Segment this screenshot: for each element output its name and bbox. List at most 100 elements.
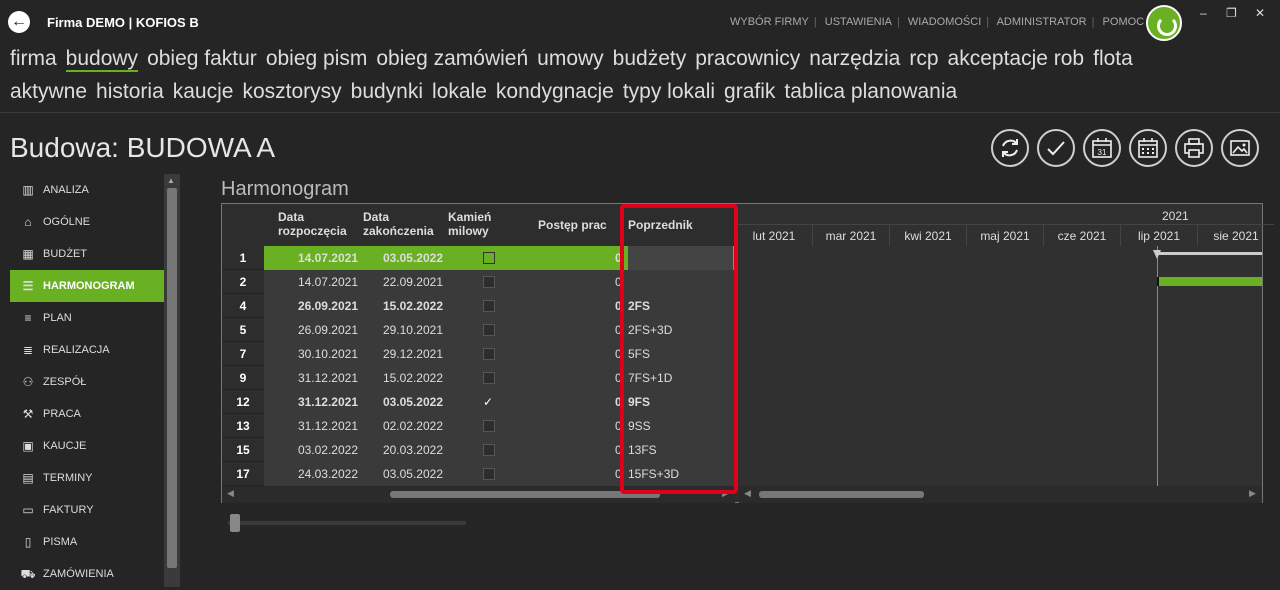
subnav-item-2[interactable]: kaucje <box>173 80 234 103</box>
progress-cell[interactable]: 0 <box>615 438 625 462</box>
nav-item-0[interactable]: firma <box>10 47 57 70</box>
table-scroll-thumb[interactable] <box>390 491 660 498</box>
end-date-cell[interactable]: 02.02.2022 <box>358 414 443 438</box>
nav-item-1[interactable]: budowy <box>65 47 139 72</box>
subnav-item-0[interactable]: aktywne <box>10 80 87 103</box>
subnav-item-7[interactable]: typy lokali <box>623 80 715 103</box>
back-icon[interactable]: ← <box>8 11 30 33</box>
predecessor-cell[interactable]: 2FS <box>628 294 733 318</box>
table-row[interactable]: 5 26.09.2021 29.10.2021 0 2FS+3D <box>222 318 735 342</box>
predecessor-cell[interactable] <box>628 270 733 294</box>
table-row[interactable]: 12 31.12.2021 03.05.2022 ✓ 0 9FS <box>222 390 735 414</box>
sidebar-item-zamówienia[interactable]: ⛟ ZAMÓWIENIA <box>10 558 164 590</box>
scroll-right-icon[interactable]: ▶ <box>722 488 729 499</box>
end-date-cell[interactable]: 03.05.2022 <box>358 390 443 414</box>
sidebar-item-kaucje[interactable]: ▣ KAUCJE <box>10 430 164 462</box>
nav-item-11[interactable]: flota <box>1093 47 1133 70</box>
sidebar-item-harmonogram[interactable]: ☰ HARMONOGRAM <box>10 270 164 302</box>
progress-cell[interactable]: 0 <box>615 462 625 486</box>
nav-item-4[interactable]: obieg zamówień <box>376 47 528 70</box>
nav-item-8[interactable]: narzędzia <box>809 47 900 70</box>
predecessor-cell[interactable]: 5FS <box>628 342 733 366</box>
milestone-checkbox[interactable] <box>483 348 495 360</box>
milestone-checkbox[interactable] <box>483 468 495 480</box>
sidebar-item-realizacja[interactable]: ≣ REALIZACJA <box>10 334 164 366</box>
predecessor-cell[interactable]: 13FS <box>628 438 733 462</box>
predecessor-cell[interactable]: 2FS+3D <box>628 318 733 342</box>
zoom-slider[interactable] <box>228 514 466 532</box>
milestone-checkbox[interactable] <box>483 300 495 312</box>
sidebar-item-zespół[interactable]: ⚇ ZESPÓŁ <box>10 366 164 398</box>
progress-cell[interactable]: 0 <box>615 318 625 342</box>
start-date-cell[interactable]: 31.12.2021 <box>264 366 358 390</box>
table-row[interactable]: 9 31.12.2021 15.02.2022 0 7FS+1D <box>222 366 735 390</box>
calendar-day-button[interactable]: 31 <box>1083 129 1121 167</box>
start-date-cell[interactable]: 14.07.2021 <box>264 246 358 270</box>
calendar-month-button[interactable] <box>1129 129 1167 167</box>
subnav-item-6[interactable]: kondygnacje <box>496 80 614 103</box>
milestone-checkbox[interactable] <box>483 444 495 456</box>
nav-item-9[interactable]: rcp <box>909 47 938 70</box>
nav-item-10[interactable]: akceptacje rob <box>948 47 1085 70</box>
approve-button[interactable] <box>1037 129 1075 167</box>
start-date-cell[interactable]: 31.12.2021 <box>264 390 358 414</box>
milestone-checkbox[interactable] <box>483 276 495 288</box>
subnav-item-8[interactable]: grafik <box>724 80 775 103</box>
start-date-cell[interactable]: 24.03.2022 <box>264 462 358 486</box>
link-pomoc[interactable]: POMOC <box>1103 16 1145 28</box>
nav-item-5[interactable]: umowy <box>537 47 604 70</box>
progress-cell[interactable]: 0 <box>615 366 625 390</box>
end-date-cell[interactable]: 20.03.2022 <box>358 438 443 462</box>
sidebar-item-praca[interactable]: ⚒ PRACA <box>10 398 164 430</box>
progress-cell[interactable]: 0 <box>615 270 625 294</box>
restore-icon[interactable]: ❐ <box>1226 6 1237 20</box>
refresh-button[interactable] <box>991 129 1029 167</box>
sidebar-item-ogólne[interactable]: ⌂ OGÓLNE <box>10 206 164 238</box>
close-icon[interactable]: ✕ <box>1255 6 1265 20</box>
table-row[interactable]: 7 30.10.2021 29.12.2021 0 5FS <box>222 342 735 366</box>
predecessor-cell[interactable]: 9FS <box>628 390 733 414</box>
predecessor-cell[interactable] <box>628 246 733 270</box>
progress-cell[interactable]: 0 <box>615 294 625 318</box>
subnav-item-1[interactable]: historia <box>96 80 164 103</box>
print-button[interactable] <box>1175 129 1213 167</box>
end-date-cell[interactable]: 29.12.2021 <box>358 342 443 366</box>
gantt-horizontal-scrollbar[interactable]: ◀ ▶ <box>739 486 1262 503</box>
table-row[interactable]: 17 24.03.2022 03.05.2022 0 15FS+3D <box>222 462 735 486</box>
start-date-cell[interactable]: 31.12.2021 <box>264 414 358 438</box>
predecessor-cell[interactable]: 9SS <box>628 414 733 438</box>
sidebar-item-terminy[interactable]: ▤ TERMINY <box>10 462 164 494</box>
milestone-checkbox[interactable] <box>483 324 495 336</box>
table-row[interactable]: 15 03.02.2022 20.03.2022 0 13FS <box>222 438 735 462</box>
end-date-cell[interactable]: 15.02.2022 <box>358 366 443 390</box>
gantt-scroll-left-icon[interactable]: ◀ <box>744 488 751 499</box>
scroll-left-icon[interactable]: ◀ <box>227 488 234 499</box>
milestone-checkbox[interactable]: ✓ <box>483 396 495 408</box>
nav-item-3[interactable]: obieg pism <box>266 47 368 70</box>
start-date-cell[interactable]: 03.02.2022 <box>264 438 358 462</box>
end-date-cell[interactable]: 15.02.2022 <box>358 294 443 318</box>
table-row[interactable]: 13 31.12.2021 02.02.2022 0 9SS <box>222 414 735 438</box>
sidebar-scrollbar[interactable]: ▲ <box>164 174 180 587</box>
scroll-up-icon[interactable]: ▲ <box>167 176 175 185</box>
end-date-cell[interactable]: 29.10.2021 <box>358 318 443 342</box>
link-wybor-firmy[interactable]: WYBÓR FIRMY <box>730 16 809 28</box>
table-row[interactable]: 2 14.07.2021 22.09.2021 0 <box>222 270 735 294</box>
link-administrator[interactable]: ADMINISTRATOR <box>997 16 1087 28</box>
zoom-slider-knob[interactable] <box>230 514 240 532</box>
start-date-cell[interactable]: 26.09.2021 <box>264 294 358 318</box>
end-date-cell[interactable]: 03.05.2022 <box>358 246 443 270</box>
predecessor-cell[interactable]: 15FS+3D <box>628 462 733 486</box>
subnav-item-5[interactable]: lokale <box>432 80 487 103</box>
sidebar-item-budżet[interactable]: ▦ BUDŻET <box>10 238 164 270</box>
progress-cell[interactable]: 0 <box>615 414 625 438</box>
sidebar-item-analiza[interactable]: ▥ ANALIZA <box>10 174 164 206</box>
milestone-checkbox[interactable] <box>483 372 495 384</box>
nav-item-7[interactable]: pracownicy <box>695 47 800 70</box>
sidebar-scroll-thumb[interactable] <box>167 188 177 568</box>
milestone-checkbox[interactable] <box>483 420 495 432</box>
progress-cell[interactable]: 0 <box>615 390 625 414</box>
predecessor-cell[interactable]: 7FS+1D <box>628 366 733 390</box>
progress-cell[interactable]: 0 <box>615 342 625 366</box>
table-row[interactable]: 4 26.09.2021 15.02.2022 0 2FS <box>222 294 735 318</box>
